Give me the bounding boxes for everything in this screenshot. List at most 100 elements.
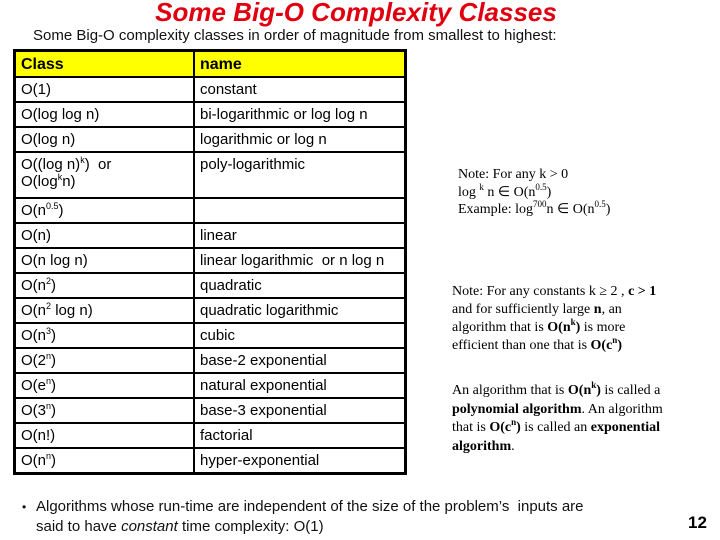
note-text: and for sufficiently large	[452, 302, 594, 317]
class-cell: O(n2 log n)	[13, 297, 195, 324]
class-text: )	[51, 377, 57, 394]
note-text: )	[617, 338, 622, 353]
note-line: algorithm that is O(nk) is more	[452, 318, 656, 337]
class-text: O(n	[21, 277, 47, 294]
name-cell: quadratic logarithmic	[193, 297, 407, 324]
class-text: O(log	[21, 173, 58, 190]
note-text: Note: For any constants k ≥ 2 ,	[452, 284, 629, 299]
note-text: . An algorithm	[581, 401, 663, 417]
table-row: O(nn) hyper-exponential	[13, 447, 407, 475]
complexity-table: Class name O(1) constant O(log log n) bi…	[13, 49, 407, 475]
note-line: efficient than one that is O(cn)	[452, 336, 656, 355]
note-superscript: 0.5	[535, 181, 547, 192]
note-text: log	[458, 184, 480, 200]
note-algorithm-definitions: An algorithm that is O(nk) is called a p…	[452, 381, 663, 457]
note-line: and for sufficiently large n, an	[452, 301, 656, 319]
class-text: O(3	[21, 402, 47, 419]
note-text: n ∈ O(n	[546, 202, 595, 217]
class-text: log n)	[51, 302, 93, 319]
note-text: algorithm that is	[452, 320, 548, 335]
note-bold: polynomial algorithm	[452, 401, 582, 417]
class-cell: O(2n)	[13, 347, 195, 374]
name-cell: factorial	[193, 422, 407, 449]
table-row: O(n log n) linear logarithmic or n log n	[13, 247, 407, 274]
table-row: O(n3) cubic	[13, 322, 407, 349]
class-cell: O(nn)	[13, 447, 195, 475]
table-row: O(n0.5)	[13, 197, 407, 224]
note-text: )	[605, 202, 611, 217]
note-bold: O(nk)	[567, 381, 601, 399]
class-cell: O(n3)	[13, 322, 195, 349]
name-cell: base-3 exponential	[193, 397, 407, 424]
bullet-emphasis: constant	[121, 518, 178, 535]
name-cell: natural exponential	[193, 372, 407, 399]
table-row: O(1) constant	[13, 76, 407, 103]
class-cell: O(n0.5)	[13, 197, 195, 224]
table-row: O(2n) base-2 exponential	[13, 347, 407, 374]
class-text: O(1)	[21, 81, 51, 98]
name-cell: quadratic	[193, 272, 407, 299]
table-row: O(n) linear	[13, 222, 407, 249]
note-text: O(c	[590, 338, 613, 353]
note-text: is called a	[600, 383, 661, 398]
note-text: is more	[580, 320, 626, 335]
note-polylog: Note: For any k > 0 log k n ∈ O(n0.5) Ex…	[458, 166, 610, 219]
table-row: O(en) natural exponential	[13, 372, 407, 399]
name-cell: linear logarithmic or n log n	[193, 247, 407, 274]
note-bold: exponential	[590, 420, 661, 435]
class-text: O(2	[21, 352, 47, 369]
name-cell: logarithmic or log n	[193, 126, 407, 153]
bullet-icon: •	[22, 500, 27, 514]
note-superscript: 0.5	[594, 199, 606, 209]
class-text: O(log log n)	[21, 106, 100, 123]
class-cell: O(n!)	[13, 422, 195, 449]
note-line: Note: For any constants k ≥ 2 , c > 1	[452, 283, 656, 301]
note-line: An algorithm that is O(nk) is called a	[452, 381, 663, 401]
name-cell: cubic	[193, 322, 407, 349]
header-name: name	[193, 49, 407, 78]
note-text: n ∈ O(n	[483, 184, 536, 200]
note-text: .	[511, 438, 515, 454]
class-superscript: 0.5	[46, 201, 59, 211]
note-bold: O(cn)	[590, 336, 622, 354]
class-text: O(e	[21, 377, 47, 394]
class-cell: O(n log n)	[13, 247, 195, 274]
name-cell: bi-logarithmic or log log n	[193, 101, 407, 128]
class-cell: O(log log n)	[13, 101, 195, 128]
note-polynomial-vs-exponential: Note: For any constants k ≥ 2 , c > 1 an…	[452, 283, 656, 355]
note-line: algorithm.	[452, 438, 663, 457]
class-cell: O(n)	[13, 222, 195, 249]
note-text: O(n	[567, 383, 592, 398]
name-cell: linear	[193, 222, 407, 249]
name-cell: base-2 exponential	[193, 347, 407, 374]
class-text: O((log n)	[21, 156, 81, 173]
class-text: n)	[62, 173, 76, 190]
note-text: O(c	[489, 420, 512, 435]
class-text: )	[51, 277, 57, 294]
class-cell: O(en)	[13, 372, 195, 399]
note-line: polynomial algorithm. An algorithm	[452, 401, 663, 420]
bullet-text-part: time complexity: O(1)	[177, 518, 324, 535]
class-cell: O(log n)	[13, 126, 195, 153]
note-text: An algorithm that is	[452, 383, 568, 398]
class-text: ) or	[84, 156, 112, 173]
note-bold: O(cn)	[489, 418, 520, 436]
class-text: )	[51, 402, 57, 419]
bullet-text: Algorithms whose run-time are independen…	[36, 497, 656, 537]
class-text: O(n	[21, 452, 47, 469]
note-bold: n	[593, 302, 602, 317]
name-cell: hyper-exponential	[193, 447, 407, 475]
class-text: O(log n)	[21, 131, 76, 148]
class-text: )	[58, 202, 64, 219]
note-text: )	[546, 184, 552, 200]
note-text: is called an	[520, 420, 591, 435]
note-superscript: 700	[533, 199, 547, 209]
name-cell: poly-logarithmic	[193, 151, 407, 199]
class-text: )	[51, 327, 57, 344]
name-cell	[193, 197, 407, 224]
table-row: O(n!) factorial	[13, 422, 407, 449]
class-text: O(n log n)	[21, 252, 88, 269]
table-row: O((log n)k) or O(logkn) poly-logarithmic	[13, 151, 407, 199]
class-cell: O((log n)k) or O(logkn)	[13, 151, 195, 199]
note-line: Example: log700n ∈ O(n0.5)	[458, 199, 611, 219]
